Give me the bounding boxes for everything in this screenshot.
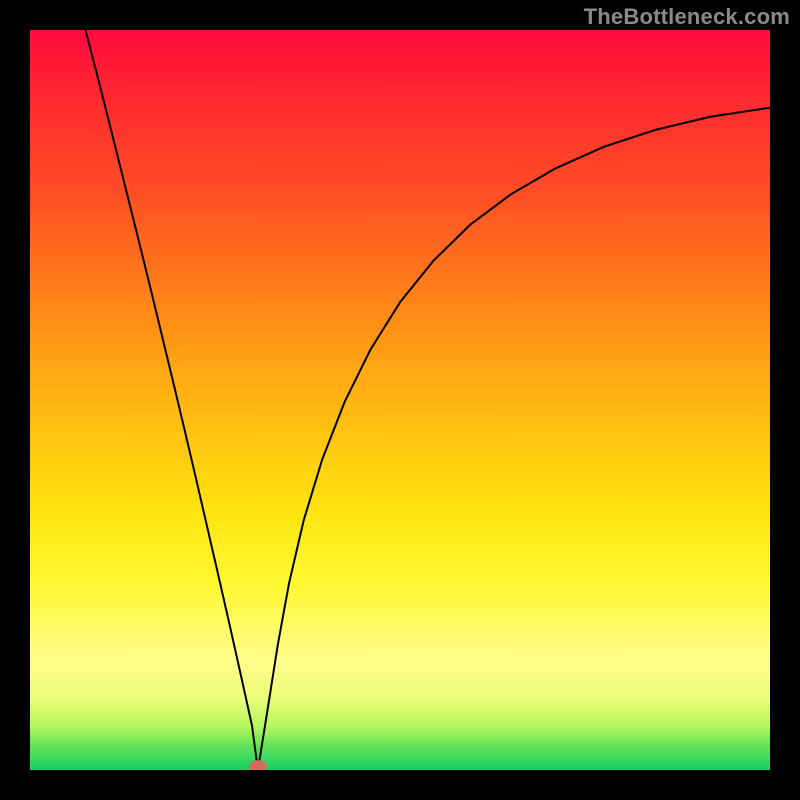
plot-area (30, 30, 770, 770)
curve-svg (30, 30, 770, 770)
bottleneck-curve (86, 30, 771, 770)
min-marker (249, 760, 267, 770)
chart-stage: TheBottleneck.com (0, 0, 800, 800)
watermark-text: TheBottleneck.com (584, 4, 790, 30)
